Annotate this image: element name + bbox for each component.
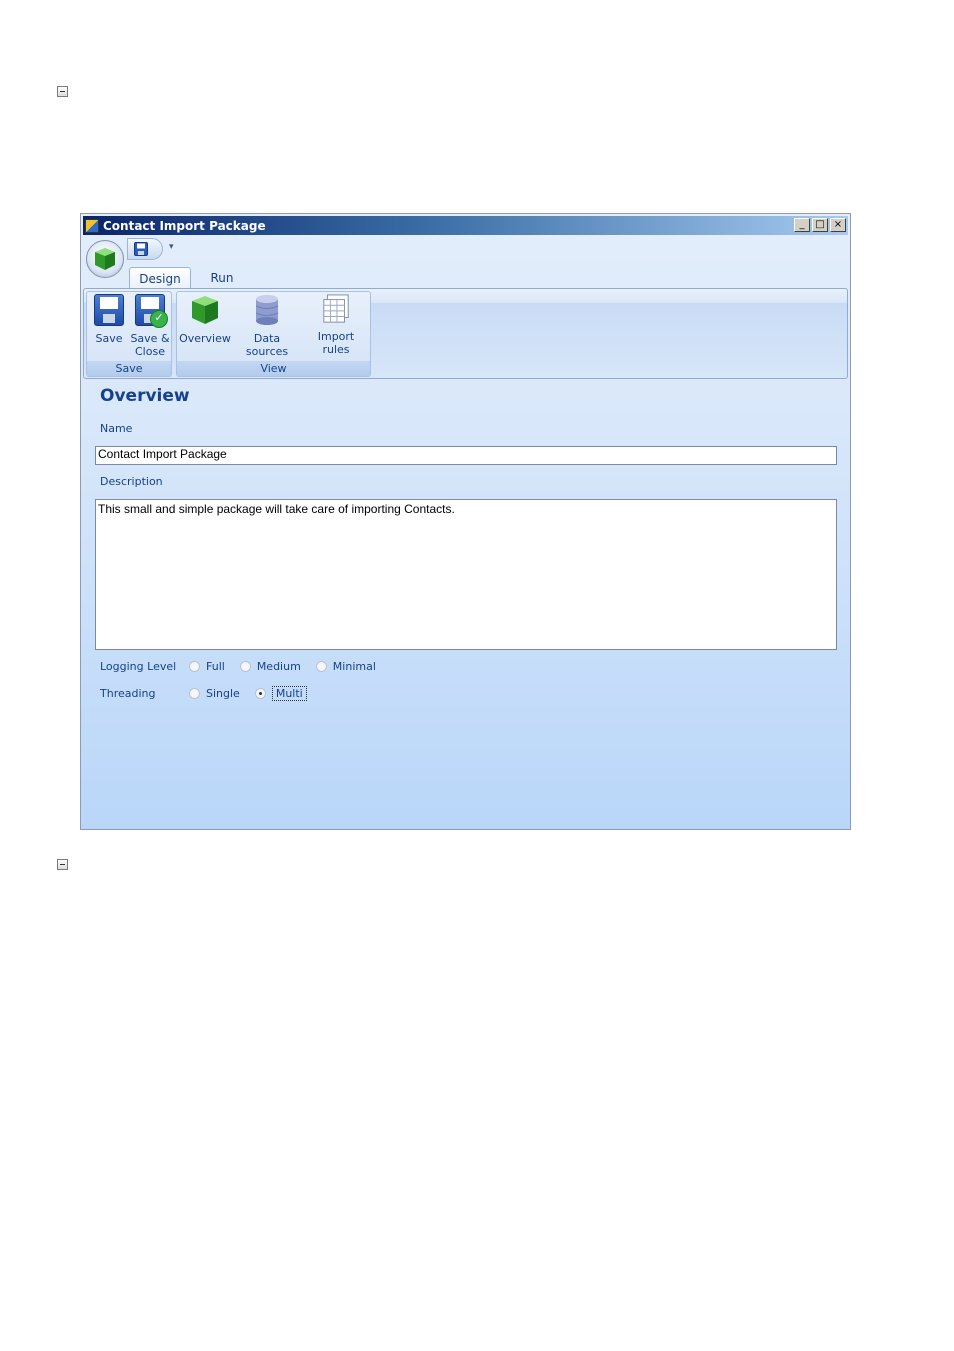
quick-save-icon[interactable]	[134, 242, 148, 256]
logging-level-row: Logging Level Full Medium Minimal	[100, 658, 391, 674]
data-sources-button[interactable]: Data sources	[233, 294, 301, 358]
ribbon-group-view-label: View	[177, 361, 370, 376]
radio-checked-icon[interactable]	[254, 687, 266, 699]
logging-full-label: Full	[206, 659, 225, 673]
title-bar: Contact Import Package _ □ ×	[83, 216, 848, 235]
tab-design[interactable]: Design	[129, 267, 191, 289]
logging-medium-radio[interactable]: Medium	[239, 659, 301, 673]
threading-single-radio[interactable]: Single	[189, 687, 240, 700]
import-rules-button-label: Import rules	[317, 330, 355, 356]
ribbon-group-save: Save ✓ Save & Close Save	[86, 291, 172, 377]
save-close-button-label: Save & Close	[130, 332, 170, 358]
green-cube-icon	[192, 296, 218, 324]
tab-run[interactable]: Run	[199, 267, 245, 289]
close-button[interactable]: ×	[830, 218, 846, 232]
threading-multi-radio[interactable]: Multi	[254, 685, 307, 701]
collapse-toggle-top[interactable]	[57, 86, 68, 97]
threading-label: Threading	[100, 686, 156, 700]
threading-single-label: Single	[206, 686, 240, 700]
overview-button[interactable]: Overview	[179, 294, 231, 345]
collapse-toggle-bottom[interactable]	[57, 859, 68, 870]
overview-button-label: Overview	[179, 332, 231, 345]
quick-access-toolbar	[127, 238, 163, 260]
ribbon-group-save-label: Save	[87, 361, 171, 376]
threading-multi-label: Multi	[271, 685, 307, 701]
window-controls: _ □ ×	[794, 218, 846, 232]
floppy-check-icon: ✓	[135, 294, 168, 328]
description-field[interactable]: This small and simple package will take …	[95, 499, 837, 650]
application-orb[interactable]	[86, 240, 124, 278]
maximize-button[interactable]: □	[812, 218, 828, 232]
check-icon: ✓	[150, 310, 168, 328]
radio-unchecked-icon[interactable]	[189, 660, 200, 672]
page: Contact Import Package _ □ × ▾ Design Ru	[0, 0, 954, 1351]
ribbon-group-view: Overview Data sources Import rules View	[176, 291, 371, 377]
logging-minimal-radio[interactable]: Minimal	[315, 659, 376, 673]
save-button[interactable]: Save	[91, 294, 127, 345]
logging-medium-label: Medium	[256, 659, 301, 673]
window-title: Contact Import Package	[103, 218, 266, 233]
floppy-save-icon	[94, 294, 124, 326]
threading-row: Threading Single Multi	[100, 685, 322, 701]
radio-unchecked-icon[interactable]	[239, 660, 251, 672]
logging-minimal-label: Minimal	[332, 659, 376, 673]
green-cube-orb-icon	[95, 248, 115, 270]
save-close-button[interactable]: ✓ Save & Close	[129, 294, 171, 358]
import-rules-button[interactable]: Import rules	[303, 294, 369, 356]
name-label: Name	[100, 422, 133, 435]
logging-full-radio[interactable]: Full	[189, 660, 225, 673]
radio-unchecked-icon[interactable]	[315, 660, 327, 672]
radio-unchecked-icon[interactable]	[189, 687, 200, 699]
data-sources-button-label: Data sources	[245, 332, 289, 358]
grid-icon	[323, 294, 349, 323]
app-window: Contact Import Package _ □ × ▾ Design Ru	[80, 213, 851, 830]
save-button-label: Save	[95, 332, 123, 345]
qat-dropdown-icon[interactable]: ▾	[169, 242, 174, 252]
minimize-button[interactable]: _	[794, 218, 810, 232]
logging-level-label: Logging Level	[100, 659, 177, 673]
description-label: Description	[100, 475, 163, 488]
name-field[interactable]: Contact Import Package	[95, 446, 837, 465]
app-icon	[85, 218, 99, 233]
database-icon	[255, 295, 279, 325]
ribbon: Save ✓ Save & Close Save Overview Data s…	[83, 288, 848, 379]
page-title: Overview	[100, 386, 190, 406]
